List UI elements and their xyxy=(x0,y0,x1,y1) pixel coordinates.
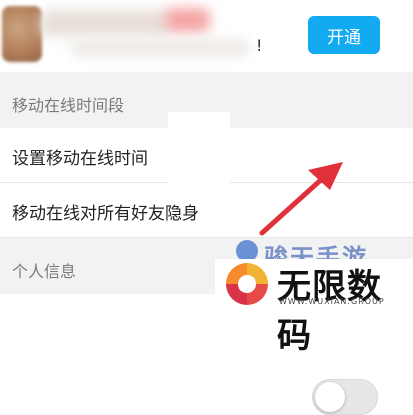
brand-logo-icon xyxy=(226,263,268,305)
brand-watermark: 无限数码 WWW.WUXIAN.GROUP xyxy=(215,259,413,356)
brand-url: WWW.WUXIAN.GROUP xyxy=(279,297,385,306)
hide-from-friends-toggle[interactable] xyxy=(312,379,378,415)
brand-title: 无限数码 xyxy=(277,267,382,356)
toggle-knob xyxy=(315,382,345,412)
